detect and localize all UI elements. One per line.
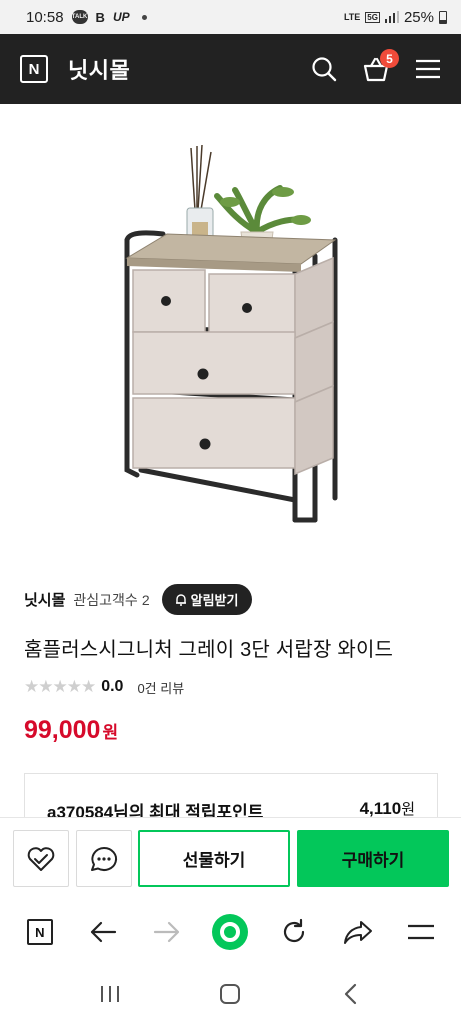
heart-check-icon [27, 846, 55, 871]
battery-icon [439, 10, 447, 24]
browser-menu-button[interactable] [401, 912, 441, 952]
bell-plus-icon [175, 593, 186, 606]
chevron-left-icon [344, 983, 356, 1005]
browser-forward-button[interactable] [147, 912, 187, 952]
price-row: 99,000 원 [24, 716, 118, 745]
menu-button[interactable] [413, 54, 443, 84]
system-home-button[interactable] [210, 974, 250, 1014]
arrow-left-icon [91, 921, 117, 943]
points-amount: 4,110 [359, 799, 402, 818]
green-dot-icon [212, 914, 249, 950]
browser-home-button[interactable]: N [20, 912, 60, 952]
signal-icon [384, 11, 399, 23]
b-app-icon: B [95, 9, 105, 25]
up-app-icon: UP [112, 10, 130, 24]
recent-apps-button[interactable] [90, 974, 130, 1014]
product-image[interactable] [105, 140, 355, 540]
points-unit: 원 [401, 801, 415, 818]
rating-row: ★★★★★ 0.0 0건 리뷰 [24, 677, 184, 697]
price-value: 99,000 [24, 716, 101, 744]
search-icon [312, 57, 337, 82]
alarm-button-label: 알림받기 [190, 593, 239, 608]
price-currency: 원 [102, 723, 119, 742]
status-bar: 10:58 TALK B UP LTE 5G 25% [0, 0, 461, 34]
lte-indicator: LTE [343, 12, 361, 22]
drawer-fronts [132, 256, 334, 476]
naver-home-icon: N [26, 919, 53, 945]
talktalk-chat-button[interactable] [76, 830, 132, 887]
refresh-icon [283, 918, 305, 943]
hamburger-menu-icon [416, 59, 440, 79]
points-value: 4,110원 [360, 798, 415, 819]
chat-bubble-icon [91, 846, 118, 871]
follower-count: 2 [141, 591, 150, 608]
naver-logo-icon[interactable]: N [20, 55, 48, 83]
kakaotalk-icon: TALK [71, 10, 88, 24]
battery-percent: 25% [403, 8, 434, 26]
browser-refresh-button[interactable] [274, 912, 314, 952]
seller-name[interactable]: 닛시몰 [24, 589, 65, 610]
recent-apps-icon [101, 986, 120, 1002]
browser-toolbar: N [0, 900, 461, 964]
cart-count-badge: 5 [380, 49, 399, 68]
system-navigation-bar [0, 964, 461, 1024]
rating-score: 0.0 [101, 678, 124, 695]
hamburger-menu-icon [408, 924, 435, 940]
wishlist-button[interactable] [13, 830, 69, 887]
rating-stars-icon: ★★★★★ [24, 677, 96, 696]
app-header: N 닛시몰 5 [0, 34, 461, 104]
gift-button[interactable]: 선물하기 [138, 830, 290, 887]
search-button[interactable] [309, 54, 339, 84]
product-title: 홈플러스시그니처 그레이 3단 서랍장 와이드 [24, 639, 394, 661]
alarm-subscribe-button[interactable]: 알림받기 [161, 584, 253, 615]
share-icon [343, 921, 372, 944]
seller-row: 닛시몰 관심고객수 2 알림받기 [24, 584, 253, 615]
follower-label: 관심고객수 [73, 591, 138, 608]
purchase-action-bar: 선물하기 구매하기 [0, 817, 461, 899]
5g-indicator: 5G [365, 11, 380, 23]
green-dot-button[interactable] [210, 912, 250, 952]
browser-share-button[interactable] [338, 912, 378, 952]
shop-title[interactable]: 닛시몰 [68, 53, 130, 85]
arrow-right-icon [153, 921, 180, 943]
review-count-link[interactable]: 0건 리뷰 [137, 678, 184, 697]
buy-button[interactable]: 구매하기 [297, 830, 449, 887]
status-time: 10:58 [26, 8, 64, 26]
browser-back-button[interactable] [83, 912, 123, 952]
system-back-button[interactable] [331, 974, 371, 1014]
cart-button[interactable]: 5 [361, 49, 399, 84]
notification-dot-icon [141, 14, 147, 20]
home-square-icon [220, 984, 241, 1004]
